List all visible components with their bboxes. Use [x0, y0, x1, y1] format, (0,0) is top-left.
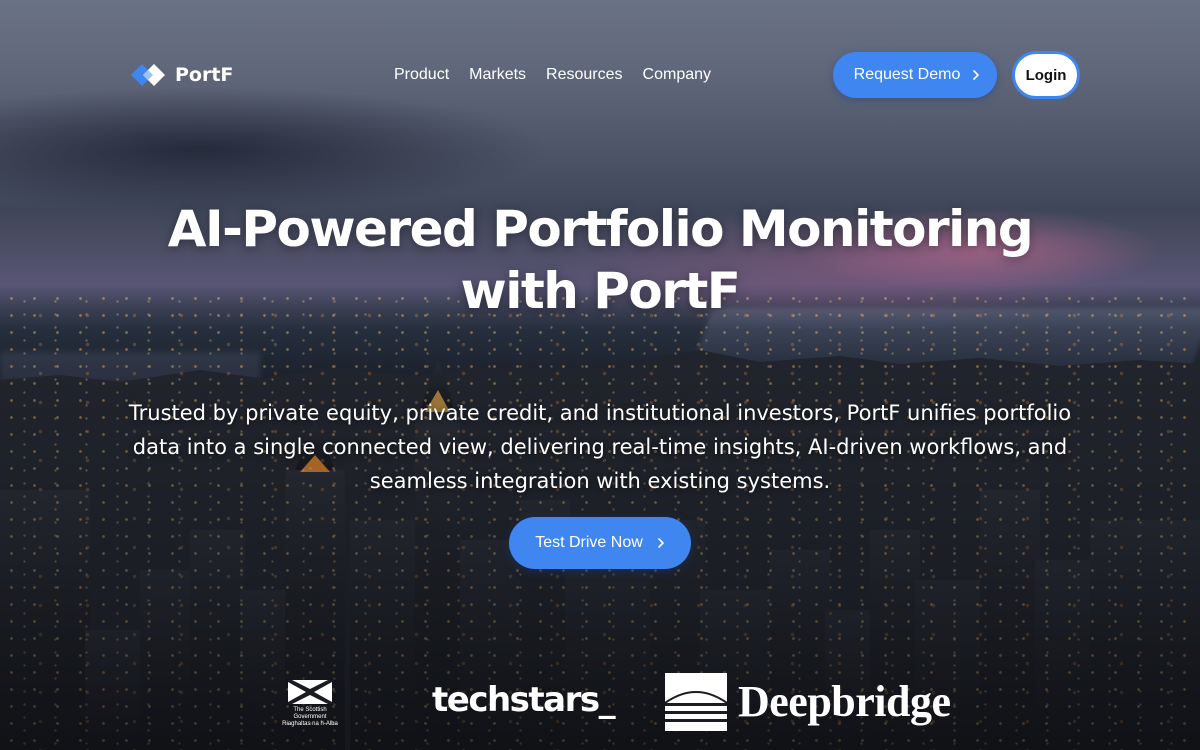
- main-nav: Product Markets Resources Company: [394, 66, 711, 84]
- techstars-logo: techstars_: [432, 680, 616, 720]
- scottish-government-logo: The Scottish Government Riaghaltas na h-…: [280, 680, 340, 732]
- deepbridge-logo: Deepbridge: [738, 677, 951, 726]
- scottish-gov-line-1: The Scottish: [293, 707, 327, 713]
- scottish-gov-line-2: Government: [293, 714, 327, 720]
- scottish-gov-line-3: Riaghaltas na h-Alba: [282, 721, 338, 727]
- hero-subtitle: Trusted by private equity, private credi…: [128, 401, 1072, 493]
- brand-name: PortF: [175, 64, 234, 86]
- hero-title-line-2: with PortF: [460, 262, 741, 320]
- site-header: PortF Product Markets Resources Company …: [0, 0, 1200, 150]
- saltire-icon: [288, 680, 332, 704]
- test-drive-button[interactable]: Test Drive Now: [509, 517, 691, 569]
- test-drive-label: Test Drive Now: [535, 534, 643, 551]
- deepbridge-mark-icon: [665, 673, 727, 731]
- request-demo-button[interactable]: Request Demo: [833, 52, 997, 98]
- nav-item-company[interactable]: Company: [643, 66, 711, 84]
- login-button[interactable]: Login: [1012, 51, 1080, 99]
- nav-item-markets[interactable]: Markets: [469, 66, 526, 84]
- chevron-right-icon: [657, 538, 664, 548]
- hero-title-line-1: AI-Powered Portfolio Monitoring: [167, 200, 1034, 258]
- portf-logo-icon: [131, 64, 165, 86]
- nav-item-resources[interactable]: Resources: [546, 66, 622, 84]
- brand-logo[interactable]: PortF: [131, 62, 233, 88]
- request-demo-label: Request Demo: [853, 66, 961, 83]
- login-label: Login: [1025, 66, 1067, 84]
- chevron-right-icon: [973, 70, 980, 80]
- hero-title: AI-Powered Portfolio Monitoring with Por…: [0, 198, 1200, 322]
- nav-item-product[interactable]: Product: [394, 66, 449, 84]
